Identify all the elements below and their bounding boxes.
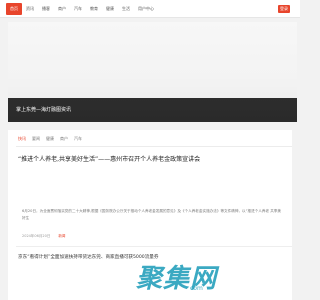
banner-caption-bar: 掌上东莞—海灯融图资讯 bbox=[8, 98, 297, 122]
nav-item-health[interactable]: 健康 bbox=[102, 3, 118, 15]
article-meta: 2024年06月20日 新闻 bbox=[22, 234, 65, 239]
tab-flash[interactable]: 快讯 bbox=[18, 136, 26, 142]
tab-auto[interactable]: 汽车 bbox=[74, 136, 82, 142]
article-summary: 6月20日，为全面贯彻落实党的二十大精神,根据《国务院办公厅关于推动个人养老金发… bbox=[22, 209, 281, 220]
watermark-logo: 聚集网 bbox=[136, 264, 218, 294]
nav-item-user-center[interactable]: 用户中心 bbox=[134, 3, 158, 15]
nav-item-education[interactable]: 教育 bbox=[86, 3, 102, 15]
tab-health[interactable]: 健康 bbox=[46, 136, 54, 142]
tab-headlines[interactable]: 要闻 bbox=[32, 136, 40, 142]
watermark-logo-sub: com bbox=[190, 285, 203, 292]
hero-banner[interactable]: 掌上东莞—海灯融图资讯 bbox=[8, 22, 297, 122]
news-tabs: 快讯 要闻 健康 商户 汽车 bbox=[18, 136, 82, 142]
top-navigation-bar: 首页 资讯 播客 商户 汽车 教育 健康 生活 用户中心 登录 bbox=[0, 0, 300, 18]
login-button[interactable]: 登录 bbox=[278, 5, 290, 13]
tabs-divider bbox=[16, 146, 292, 147]
main-nav: 首页 资讯 播客 商户 汽车 教育 健康 生活 用户中心 bbox=[6, 3, 158, 15]
nav-item-auto[interactable]: 汽车 bbox=[70, 3, 86, 15]
banner-caption: 掌上东莞—海灯融图资讯 bbox=[16, 107, 72, 113]
article-tag[interactable]: 新闻 bbox=[58, 234, 65, 239]
nav-item-life[interactable]: 生活 bbox=[118, 3, 134, 15]
tab-merchants[interactable]: 商户 bbox=[60, 136, 68, 142]
article-divider bbox=[16, 246, 292, 247]
article-title[interactable]: “推进个人养老,共享美好生活”——惠州市召开个人养老金政策宣讲会 bbox=[18, 154, 200, 163]
article-date: 2024年06月20日 bbox=[22, 234, 51, 238]
nav-item-podcast[interactable]: 播客 bbox=[38, 3, 54, 15]
nav-item-news[interactable]: 资讯 bbox=[22, 3, 38, 15]
nav-item-home[interactable]: 首页 bbox=[6, 3, 22, 15]
nav-item-merchants[interactable]: 商户 bbox=[54, 3, 70, 15]
